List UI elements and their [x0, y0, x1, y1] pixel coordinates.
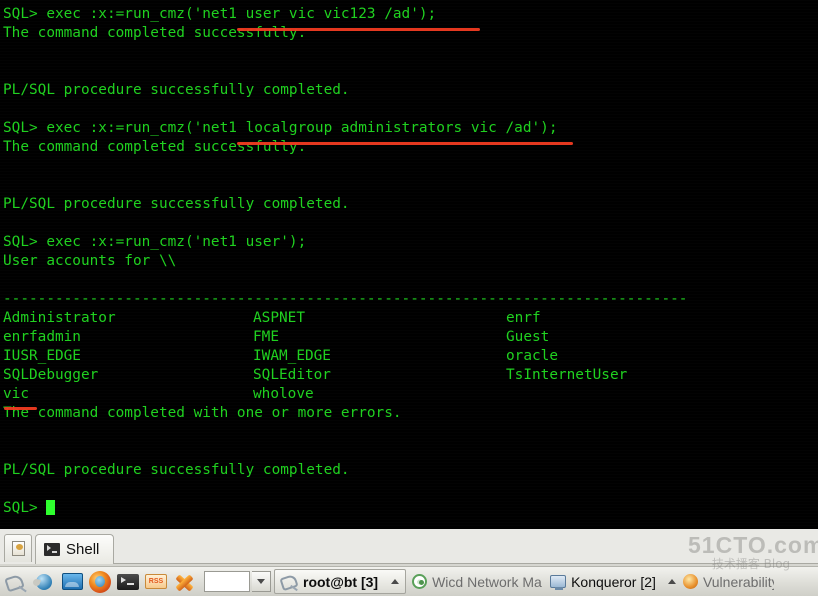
launcher-konsole[interactable]	[115, 569, 141, 595]
konqueror-icon	[550, 575, 567, 590]
terminal-line: PL/SQL procedure successfully completed.	[3, 82, 350, 98]
firefox-icon	[89, 570, 111, 593]
terminal-line: The command completed successfully.	[3, 25, 307, 41]
annotation-underline-command2	[237, 142, 573, 145]
vulnerability-icon	[682, 574, 698, 589]
task-button-wicd[interactable]: Wicd Network Ma	[406, 569, 544, 594]
chevron-up-icon[interactable]	[391, 579, 400, 584]
launcher-rss-reader[interactable]: RSS	[143, 569, 169, 595]
task-label: VulnerabilityA	[702, 573, 774, 590]
window-list-icon	[61, 573, 83, 590]
user-row: wholove	[3, 385, 818, 404]
launcher-openoffice[interactable]	[171, 569, 197, 595]
tab-strip-empty-area	[114, 536, 818, 564]
pager-dropdown-button[interactable]	[252, 571, 271, 592]
launcher-show-desktop[interactable]	[3, 569, 29, 595]
openoffice-icon	[173, 572, 195, 592]
user-row: TsInternetUser	[3, 366, 818, 385]
tab-shell[interactable]: Shell	[35, 534, 115, 564]
new-tab-button[interactable]	[4, 534, 32, 562]
task-button-root-bt[interactable]: root@bt [3]	[274, 569, 407, 594]
desktop-screen: SQL> exec :x:=run_cmz('net1 user vic vic…	[0, 0, 818, 596]
prompt-label: SQL>	[3, 500, 47, 516]
user-cell: enrf	[506, 310, 541, 326]
task-label: Wicd Network Ma	[432, 573, 542, 590]
terminal-prompt-line[interactable]: SQL>	[3, 499, 818, 518]
show-desktop-icon	[5, 573, 27, 591]
annotation-underline-command1	[237, 28, 480, 31]
launcher-kde-menu[interactable]	[31, 569, 57, 595]
terminal-icon	[281, 574, 298, 589]
user-cell: Guest	[506, 329, 550, 345]
chevron-down-icon	[257, 579, 265, 584]
launcher-window-list[interactable]	[59, 569, 85, 595]
terminal-separator: ----------------------------------------…	[3, 291, 688, 307]
user-row: oracle	[3, 347, 818, 366]
rss-feed-icon: RSS	[145, 574, 167, 589]
wicd-icon	[412, 574, 428, 589]
terminal-line: PL/SQL procedure successfully completed.	[3, 462, 350, 478]
terminal-line: User accounts for \\	[3, 253, 177, 269]
annotation-underline-vic	[4, 407, 37, 410]
terminal-output-area[interactable]: SQL> exec :x:=run_cmz('net1 user vic vic…	[0, 0, 818, 528]
desktop-taskbar: RSS root@bt [3] Wicd Network Ma Konquero…	[0, 566, 818, 596]
task-label: Konqueror [2]	[571, 573, 656, 590]
task-label: root@bt [3]	[303, 573, 379, 590]
task-button-konqueror[interactable]: Konqueror [2]	[544, 569, 662, 594]
user-cell: oracle	[506, 348, 558, 364]
terminal-line: SQL> exec :x:=run_cmz('net1 user');	[3, 234, 307, 250]
terminal-line: PL/SQL procedure successfully completed.	[3, 196, 350, 212]
pager-display[interactable]	[204, 571, 250, 592]
konsole-tab-bar: Shell	[0, 528, 818, 566]
chevron-up-icon[interactable]	[667, 579, 676, 584]
terminal-line: The command completed successfully.	[3, 139, 307, 155]
user-row: Guest	[3, 328, 818, 347]
terminal-line: SQL> exec :x:=run_cmz('net1 user vic vic…	[3, 6, 437, 22]
terminal-icon	[44, 543, 60, 556]
task-button-list: root@bt [3] Wicd Network Ma Konqueror [2…	[274, 569, 816, 595]
user-cell: TsInternetUser	[506, 367, 628, 383]
terminal-icon	[117, 573, 139, 590]
user-row: enrf	[3, 309, 818, 328]
task-button-vulnerability[interactable]: VulnerabilityA	[662, 569, 774, 594]
user-cell: wholove	[253, 386, 314, 402]
text-cursor	[46, 500, 56, 515]
launcher-firefox[interactable]	[87, 569, 113, 595]
terminal-line: The command completed with one or more e…	[3, 405, 402, 421]
tab-label: Shell	[66, 541, 100, 558]
terminal-line: SQL> exec :x:=run_cmz('net1 localgroup a…	[3, 120, 558, 136]
new-session-icon	[11, 541, 25, 556]
kde-menu-icon	[33, 571, 55, 593]
